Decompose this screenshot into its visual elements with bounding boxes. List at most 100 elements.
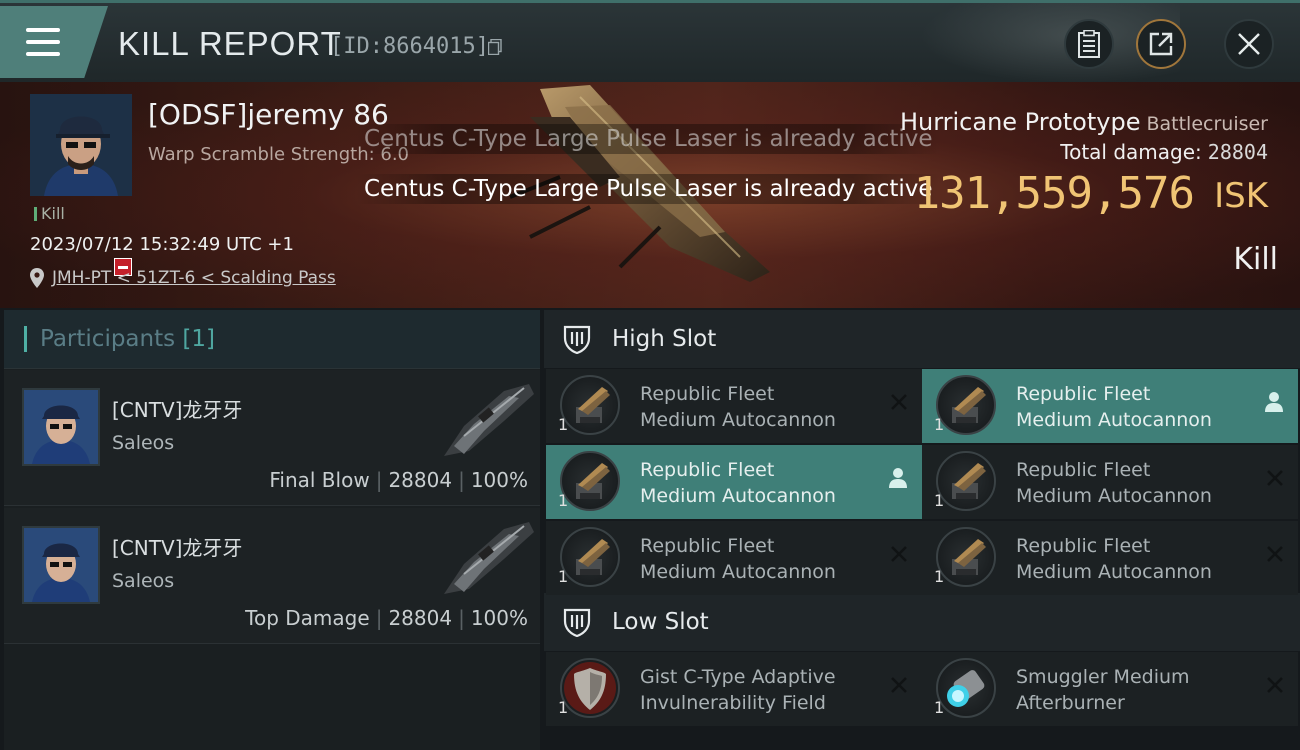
module-quantity: 1 — [558, 567, 569, 586]
module-name: Smuggler Medium Afterburner — [1016, 664, 1256, 716]
module-slot[interactable]: 1 Republic Fleet Medium Autocannon — [546, 369, 922, 443]
victim-avatar[interactable] — [30, 94, 132, 196]
module-slot[interactable]: 1 Republic Fleet Medium Autocannon — [922, 521, 1298, 595]
share-icon — [1149, 32, 1173, 56]
location-link[interactable]: JMH-PT < 51ZT-6 < Scalding Pass — [52, 268, 336, 288]
module-quantity: 1 — [558, 698, 569, 717]
total-damage-label: Total damage: — [1060, 140, 1202, 164]
close-icon[interactable] — [1266, 676, 1284, 694]
victim-banner: [ODSF]jeremy 86 Warp Scramble Strength: … — [0, 82, 1300, 308]
participant-role: Final Blow — [269, 468, 370, 492]
autocannon-icon — [952, 539, 986, 575]
module-icon — [560, 451, 620, 511]
module-slot[interactable]: 1 Republic Fleet Medium Autocannon — [922, 445, 1298, 519]
low-slot-icon — [563, 608, 591, 637]
autocannon-icon — [576, 387, 610, 423]
module-icon — [560, 658, 620, 718]
participant-damage: 28804 — [388, 606, 453, 630]
module-slot[interactable]: 1 Republic Fleet Medium Autocannon — [922, 369, 1298, 443]
module-name-line2: Afterburner — [1016, 692, 1125, 714]
invulnerability-field-icon — [564, 662, 616, 714]
low-slot-header: Low Slot — [544, 593, 1300, 651]
participant-row[interactable]: [CNTV]龙牙牙 Saleos Final Blow | 28804 | 100% — [4, 370, 540, 506]
module-quantity: 1 — [934, 698, 945, 717]
participant-avatar[interactable] — [22, 388, 100, 466]
module-name-line2: Medium Autocannon — [1016, 561, 1212, 583]
module-name: Gist C-Type Adaptive Invulnerability Fiel… — [640, 664, 880, 716]
module-name-line1: Republic Fleet — [1016, 459, 1151, 481]
module-slot[interactable]: 1 Gist C-Type Adaptive Invulnerability Fie… — [546, 652, 922, 726]
participant-percent: 100% — [470, 606, 528, 630]
participant-stats: Top Damage | 28804 | 100% — [245, 606, 528, 630]
module-name-line1: Republic Fleet — [640, 459, 775, 481]
autocannon-icon — [952, 463, 986, 499]
participants-count: [1] — [182, 326, 216, 352]
autocannon-icon — [576, 463, 610, 499]
module-name-line1: Gist C-Type Adaptive — [640, 666, 836, 688]
participant-name: [CNTV]龙牙牙 — [112, 536, 243, 560]
participant-percent: 100% — [470, 468, 528, 492]
participant-row[interactable]: [CNTV]龙牙牙 Saleos Top Damage | 28804 | 100% — [4, 508, 540, 644]
kill-tag: Kill — [34, 204, 65, 223]
kill-datetime: 2023/07/12 15:32:49 UTC +1 — [30, 234, 294, 255]
ship-name: Hurricane Prototype — [899, 108, 1141, 136]
participant-avatar[interactable] — [22, 526, 100, 604]
pilot-portrait-icon — [24, 390, 98, 464]
participants-title: Participants [1] — [40, 326, 216, 352]
isk-value: 131,559,576 — [913, 168, 1195, 219]
module-slot[interactable]: 1 Smuggler Medium Afterburner — [922, 652, 1298, 726]
high-slot-header: High Slot — [544, 310, 1300, 368]
copy-icon[interactable] — [488, 39, 502, 55]
high-slot-label: High Slot — [612, 326, 717, 352]
status-toast: Centus C-Type Large Pulse Laser is alrea… — [356, 124, 941, 154]
report-id: [ID:8664015] — [330, 34, 489, 59]
fitting-panel: High Slot Low Slot 1 Republic Fleet Medium… — [544, 310, 1300, 750]
module-name: Republic Fleet Medium Autocannon — [1016, 533, 1256, 585]
module-name: Republic Fleet Medium Autocannon — [640, 457, 880, 509]
module-name-line1: Smuggler Medium — [1016, 666, 1190, 688]
top-bar: KILL REPORT [ID:8664015] — [0, 0, 1300, 85]
participant-damage: 28804 — [388, 468, 453, 492]
module-icon — [936, 451, 996, 511]
autocannon-icon — [576, 539, 610, 575]
low-slot-label: Low Slot — [612, 609, 709, 635]
participant-role: Top Damage — [245, 606, 370, 630]
participant-ship: Saleos — [112, 432, 175, 454]
participants-header[interactable]: Participants [1] — [4, 310, 540, 369]
participant-ship-image — [444, 522, 534, 594]
module-slot[interactable]: 1 Republic Fleet Medium Autocannon — [546, 445, 922, 519]
close-icon[interactable] — [1266, 545, 1284, 563]
module-name-line2: Medium Autocannon — [640, 409, 836, 431]
module-name: Republic Fleet Medium Autocannon — [640, 381, 880, 433]
pilot-portrait-icon — [24, 528, 98, 602]
afterburner-icon — [947, 670, 985, 707]
close-icon[interactable] — [890, 393, 908, 411]
user-icon[interactable] — [888, 467, 908, 489]
status-toast: Centus C-Type Large Pulse Laser is alrea… — [356, 174, 941, 204]
total-damage: Total damage: 28804 — [1060, 140, 1268, 164]
participants-panel: Participants [1] [CNTV]龙牙牙 Saleos Final … — [4, 310, 540, 750]
module-quantity: 1 — [934, 491, 945, 510]
ship-type: Hurricane Prototype Battlecruiser — [900, 108, 1268, 136]
share-button[interactable] — [1136, 19, 1186, 69]
victim-name[interactable]: [ODSF]jeremy 86 — [148, 98, 389, 131]
close-icon[interactable] — [890, 545, 908, 563]
pilot-portrait-icon — [30, 94, 132, 196]
total-damage-value: 28804 — [1207, 140, 1268, 164]
module-name-line1: Republic Fleet — [640, 383, 775, 405]
close-icon[interactable] — [1266, 469, 1284, 487]
clipboard-button[interactable] — [1064, 19, 1114, 69]
user-icon[interactable] — [1264, 391, 1284, 413]
ship-class: Battlecruiser — [1146, 113, 1268, 135]
module-icon — [560, 527, 620, 587]
menu-button[interactable] — [0, 6, 108, 78]
module-name-line2: Medium Autocannon — [1016, 485, 1212, 507]
module-quantity: 1 — [934, 567, 945, 586]
close-icon[interactable] — [890, 676, 908, 694]
module-slot[interactable]: 1 Republic Fleet Medium Autocannon — [546, 521, 922, 595]
module-icon — [936, 375, 996, 435]
close-button[interactable] — [1224, 19, 1274, 69]
page-title: KILL REPORT — [118, 25, 342, 62]
result-label: Kill — [1233, 242, 1278, 277]
module-name-line2: Invulnerability Field — [640, 692, 826, 714]
